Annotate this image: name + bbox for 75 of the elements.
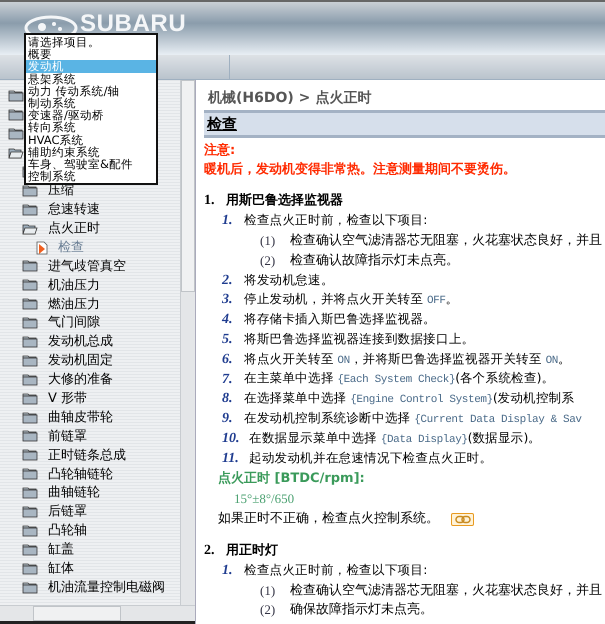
step-number: 4. [222, 311, 234, 330]
dropdown-option[interactable]: 制动系统 [26, 96, 156, 110]
dropdown-option[interactable]: 概要 [26, 48, 156, 60]
tree-item[interactable]: 正时链条总成 [45, 446, 129, 466]
procedure-number: 1. [204, 192, 216, 210]
step-number: 1. [222, 212, 234, 230]
step-number: 10. [222, 430, 240, 448]
tree-item[interactable]: 发动机固定 [45, 351, 116, 371]
tree-item[interactable]: 前链罩 [45, 426, 90, 446]
step-number: 11. [222, 450, 240, 468]
tree-item[interactable]: 大修的准备 [45, 370, 116, 390]
dropdown-option[interactable]: 变速器/驱动桥 [26, 109, 156, 122]
step-number: 9. [222, 410, 234, 428]
dropdown-option[interactable]: 转向系统 [26, 121, 156, 134]
dropdown-option[interactable]: 辅助约束系统 [26, 146, 156, 158]
dropdown-option[interactable]: 车身、驾驶室&配件 [26, 158, 156, 170]
vertical-scrollbar[interactable] [180, 80, 195, 605]
step-text: 起动发动机并在怠速情况下检查点火正时。 [249, 448, 492, 467]
tree-item[interactable]: 缸盖 [45, 540, 77, 560]
caution-title: 注意: [204, 142, 236, 160]
step-number: 8. [222, 390, 234, 408]
tree-item[interactable]: 曲轴皮带轮 [45, 408, 116, 428]
procedure-title: 用正时灯 [226, 542, 278, 560]
tree-item[interactable]: 后链罩 [45, 502, 90, 522]
dropdown-option[interactable]: HVAC系统 [26, 134, 156, 146]
page-icon [36, 240, 48, 255]
tree-item[interactable]: V 形带 [45, 388, 90, 408]
dropdown-option[interactable]: 控制系统 [26, 170, 156, 182]
substep-number: (2) [260, 252, 276, 270]
section-title: 检查 [207, 114, 237, 135]
tree-item[interactable]: 燃油压力 [45, 294, 103, 314]
substep-text: 检查确认故障指示灯未点亮。 [290, 252, 459, 270]
substep-number: (2) [260, 601, 276, 620]
tree-item[interactable]: 检查 [55, 238, 87, 258]
step-text: 在发动机控制系统诊断中选择 {Current Data Display & Sav [244, 408, 582, 428]
tree-item[interactable]: 凸轮轴链轮 [45, 464, 116, 484]
tree-item[interactable]: 缸体 [45, 558, 77, 578]
logo-text: SUBARU [80, 12, 186, 36]
step-number: 5. [222, 330, 234, 349]
tree-item[interactable]: 怠速转速 [45, 200, 103, 220]
step-text: 检查点火正时前，检查以下项目: [244, 211, 428, 230]
tree-item[interactable]: 机油压力 [45, 276, 103, 296]
dropdown-option[interactable]: 请选择项目。 [26, 36, 156, 48]
step-number: 6. [222, 350, 234, 369]
horizontal-scrollbar[interactable] [0, 605, 195, 621]
spec-label: 点火正时 [BTDC/rpm]: [217, 470, 366, 488]
step-text: 将发动机怠速。 [244, 270, 334, 289]
breadcrumb: 机械(H6DO) > 点火正时 [206, 89, 372, 108]
tree-item[interactable]: 气门间隙 [45, 313, 103, 333]
dropdown-option[interactable]: 悬架系统 [26, 72, 156, 85]
note-text: 如果正时不正确，检查点火控制系统。 [218, 510, 439, 528]
dropdown-option[interactable]: 动力 传动系统/轴 [26, 84, 156, 97]
tree-item[interactable]: 机油流量控制电磁阀 [45, 578, 168, 598]
step-text: 将存储卡插入斯巴鲁选择监视器。 [244, 310, 436, 328]
step-number: 7. [222, 370, 234, 389]
step-text: 将斯巴鲁选择监视器连接到数据接口上。 [244, 330, 474, 348]
tree-item[interactable]: 点火正时 [45, 218, 103, 238]
procedure-number: 2. [204, 542, 216, 560]
tree-item[interactable]: 曲轴链轮 [45, 483, 103, 503]
step-number: 3. [222, 291, 234, 310]
substep-number: (1) [260, 232, 276, 250]
step-number: 2. [222, 272, 234, 290]
spec-value: 15°±8°/650 [233, 490, 296, 508]
link-icon[interactable] [451, 512, 474, 526]
substep-number: (1) [260, 582, 276, 600]
substep-text: 检查确认空气滤清器芯无阻塞，火花塞状态良好，并且 [290, 232, 602, 250]
tree-item[interactable]: 进气歧管真空 [45, 256, 129, 276]
substep-text: 检查确认空气滤清器芯无阻塞，火花塞状态良好，并且 [290, 582, 602, 600]
tree-item[interactable]: 凸轮轴 [45, 521, 90, 541]
step-text: 检查点火正时前，检查以下项目: [244, 561, 428, 580]
procedure-title: 用斯巴鲁选择监视器 [226, 192, 343, 210]
caution-text: 暖机后，发动机变得非常热。注意测量期间不要烫伤。 [204, 160, 517, 179]
substep-text: 确保故障指示灯未点亮。 [290, 601, 433, 620]
step-number: 1. [222, 562, 234, 580]
tree-item[interactable]: 发动机总成 [45, 332, 116, 352]
